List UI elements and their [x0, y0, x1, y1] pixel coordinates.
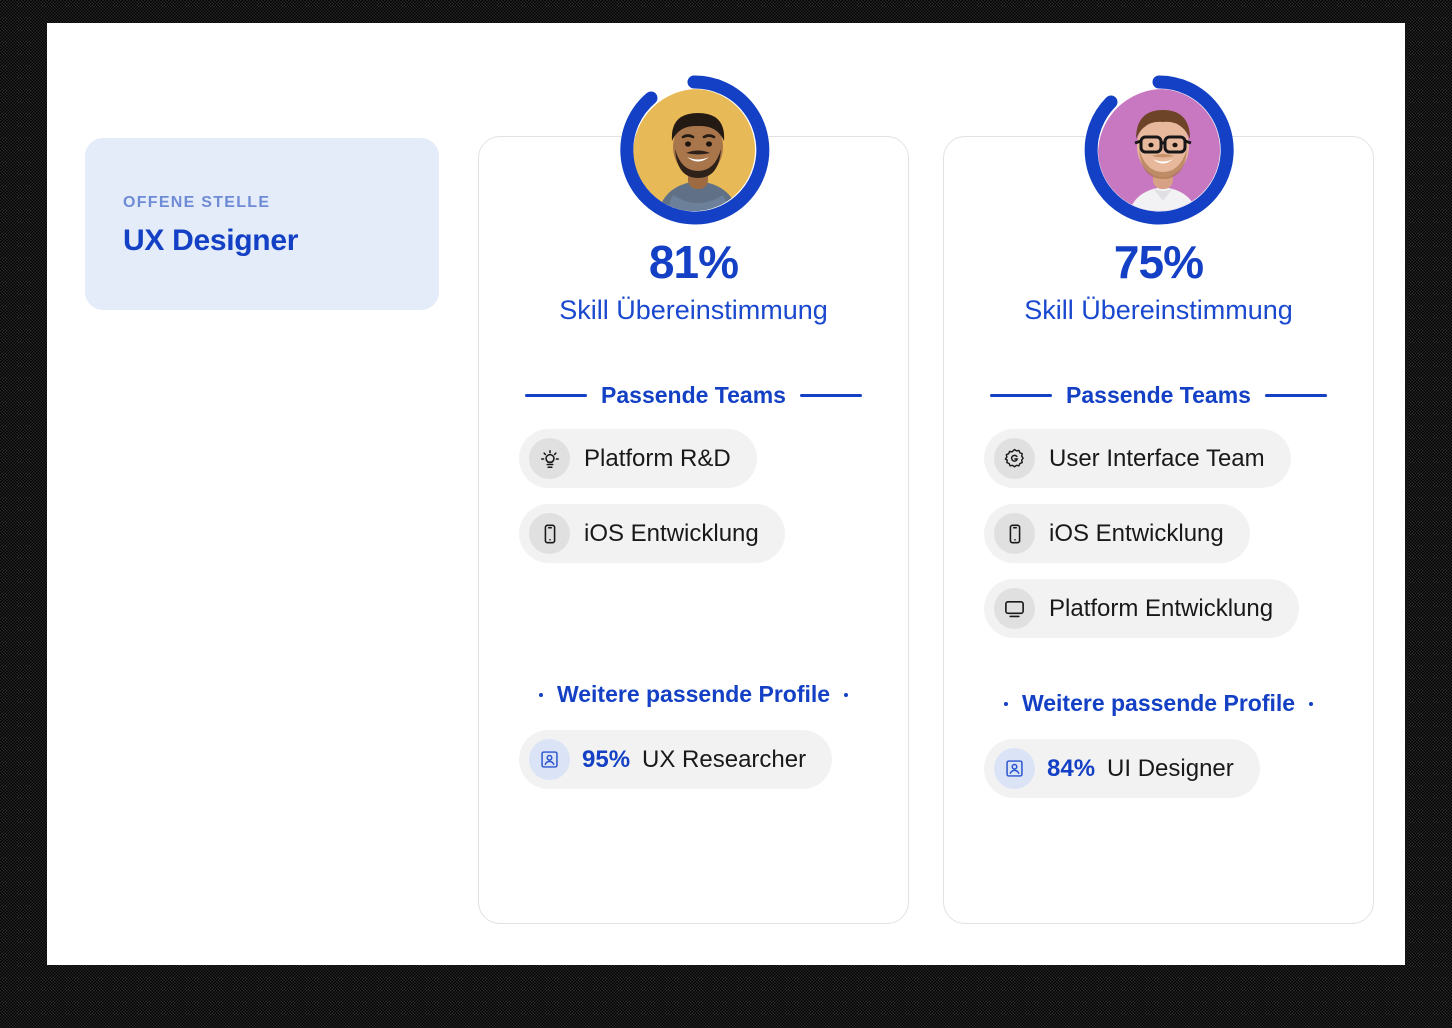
team-chip[interactable]: Platform Entwicklung — [984, 579, 1300, 638]
teams-list-external: User Interface Team iOS Entwicklung Plat… — [944, 429, 1373, 638]
app-canvas: OFFENE STELLE UX Designer Intern — [47, 23, 1405, 965]
team-chip[interactable]: User Interface Team — [984, 429, 1291, 488]
candidate-card-internal[interactable]: Intern — [478, 75, 909, 924]
open-position-kicker: OFFENE STELLE — [123, 194, 271, 211]
team-chip[interactable]: iOS Entwicklung — [984, 504, 1250, 563]
profile-chip[interactable]: 95% UX Researcher — [519, 730, 833, 789]
teams-section-title: Passende Teams — [1066, 382, 1251, 408]
profile-role-label: UI Designer — [1107, 754, 1234, 782]
phone-icon — [994, 513, 1035, 554]
profiles-list-external: 84% UI Designer — [944, 739, 1373, 798]
match-percent-internal: 81% — [648, 236, 739, 288]
match-label-external: Skill Übereinstimmung — [1024, 295, 1293, 325]
candidate-card-external[interactable]: Extern — [943, 75, 1374, 924]
rosette-icon — [994, 438, 1035, 479]
phone-icon — [529, 513, 570, 554]
profiles-section-title: Weitere passende Profile — [556, 681, 831, 707]
team-chip-label: iOS Entwicklung — [584, 519, 759, 547]
divider-right — [799, 394, 862, 397]
avatar-external-candidate[interactable] — [1083, 74, 1235, 226]
open-position-title: UX Designer — [123, 224, 299, 257]
team-chip[interactable]: Platform R&D — [519, 429, 757, 488]
team-chip[interactable]: iOS Entwicklung — [519, 504, 785, 563]
match-label-internal: Skill Übereinstimmung — [559, 295, 828, 325]
lightbulb-icon — [529, 438, 570, 479]
match-percent-external: 75% — [1113, 236, 1204, 288]
divider-left — [525, 394, 588, 397]
divider-left — [990, 394, 1053, 397]
profiles-section-header-internal: Weitere passende Profile — [505, 681, 882, 708]
teams-section-header-external: Passende Teams — [970, 382, 1347, 409]
team-chip-label: Platform R&D — [584, 444, 731, 472]
teams-section-header-internal: Passende Teams — [505, 382, 882, 409]
team-chip-label: iOS Entwicklung — [1049, 519, 1224, 547]
divider-dot-left — [1003, 701, 1008, 706]
profiles-list-internal: 95% UX Researcher — [479, 730, 908, 789]
profile-match-percent: 84% — [1047, 754, 1096, 782]
profiles-section-header-external: Weitere passende Profile — [970, 690, 1347, 717]
team-chip-label: User Interface Team — [1049, 444, 1265, 472]
person-frame-icon — [529, 739, 570, 780]
divider-dot-right — [844, 692, 849, 697]
person-frame-icon — [994, 748, 1035, 789]
divider-dot-left — [538, 692, 543, 697]
match-progress-ring-external — [1084, 75, 1234, 225]
team-chip-label: Platform Entwicklung — [1049, 594, 1274, 622]
divider-right — [1264, 394, 1327, 397]
profile-match-percent: 95% — [582, 745, 631, 773]
profile-role-label: UX Researcher — [642, 745, 807, 773]
teams-list-internal: Platform R&D iOS Entwicklung — [479, 429, 908, 563]
divider-dot-right — [1309, 701, 1314, 706]
teams-section-title: Passende Teams — [601, 382, 786, 408]
open-position-card[interactable]: OFFENE STELLE UX Designer — [85, 138, 439, 310]
match-progress-ring-internal — [619, 75, 769, 225]
profiles-section-title: Weitere passende Profile — [1021, 690, 1296, 716]
profile-chip[interactable]: 84% UI Designer — [984, 739, 1260, 798]
avatar-internal-candidate[interactable] — [618, 74, 770, 226]
monitor-icon — [994, 588, 1035, 629]
